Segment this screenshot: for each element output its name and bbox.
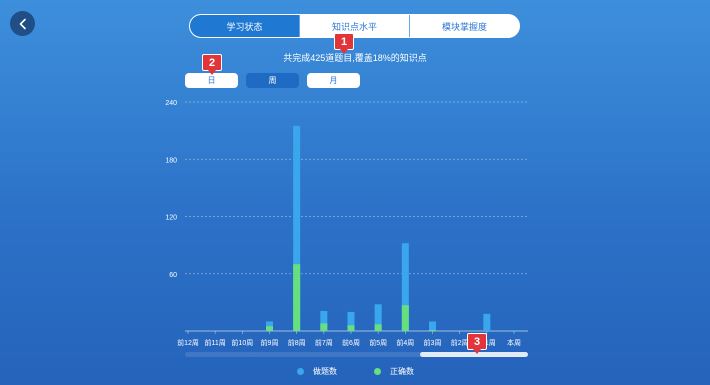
bar-correct (401, 305, 409, 331)
x-tick-label: 前10周 (231, 338, 253, 347)
x-tick-label: 前7周 (315, 338, 333, 347)
x-tick-label: 前9周 (261, 338, 279, 347)
bar-attempted (429, 321, 436, 331)
legend-item-correct: 正确数 (374, 366, 414, 377)
bar-attempted (483, 313, 491, 331)
bar-correct (266, 326, 273, 331)
x-tick-label: 前2周 (451, 338, 469, 347)
bar-correct (320, 323, 328, 331)
bar-correct (374, 324, 382, 331)
x-tick-label: 前11周 (205, 338, 226, 347)
bar-chart: 60 120 180 240 前12周 前11周 前10周 前9周 前8周 前7周 前6周 前5周 前4… (165, 100, 528, 347)
y-tick-label: 60 (169, 272, 177, 279)
legend-label-attempted: 做题数 (313, 367, 337, 376)
x-tick-label: 本周 (507, 338, 521, 347)
tutorial-badge-2: 2 (202, 54, 222, 75)
x-tick-label: 前6周 (342, 338, 360, 347)
x-tick-label: 前12周 (177, 338, 199, 347)
tutorial-badge-3: 3 (467, 333, 487, 354)
x-tick-label: 前8周 (288, 338, 306, 347)
y-tick-label: 180 (165, 157, 177, 164)
y-tick-label: 240 (165, 100, 177, 107)
legend-item-attempted: 做题数 (297, 366, 337, 377)
bar-attempted (510, 330, 518, 331)
x-tick-label: 前4周 (396, 338, 414, 347)
legend-swatch-correct (374, 368, 381, 375)
legend-label-correct: 正确数 (390, 367, 414, 376)
bar-correct (429, 330, 436, 331)
legend-swatch-attempted (297, 368, 304, 375)
x-tick-label: 前3周 (424, 338, 442, 347)
y-tick-label: 120 (165, 215, 177, 222)
bar-correct (347, 325, 355, 331)
bar-correct (293, 264, 301, 331)
x-tick-label: 前5周 (369, 338, 387, 347)
tutorial-badge-1: 1 (334, 33, 354, 54)
